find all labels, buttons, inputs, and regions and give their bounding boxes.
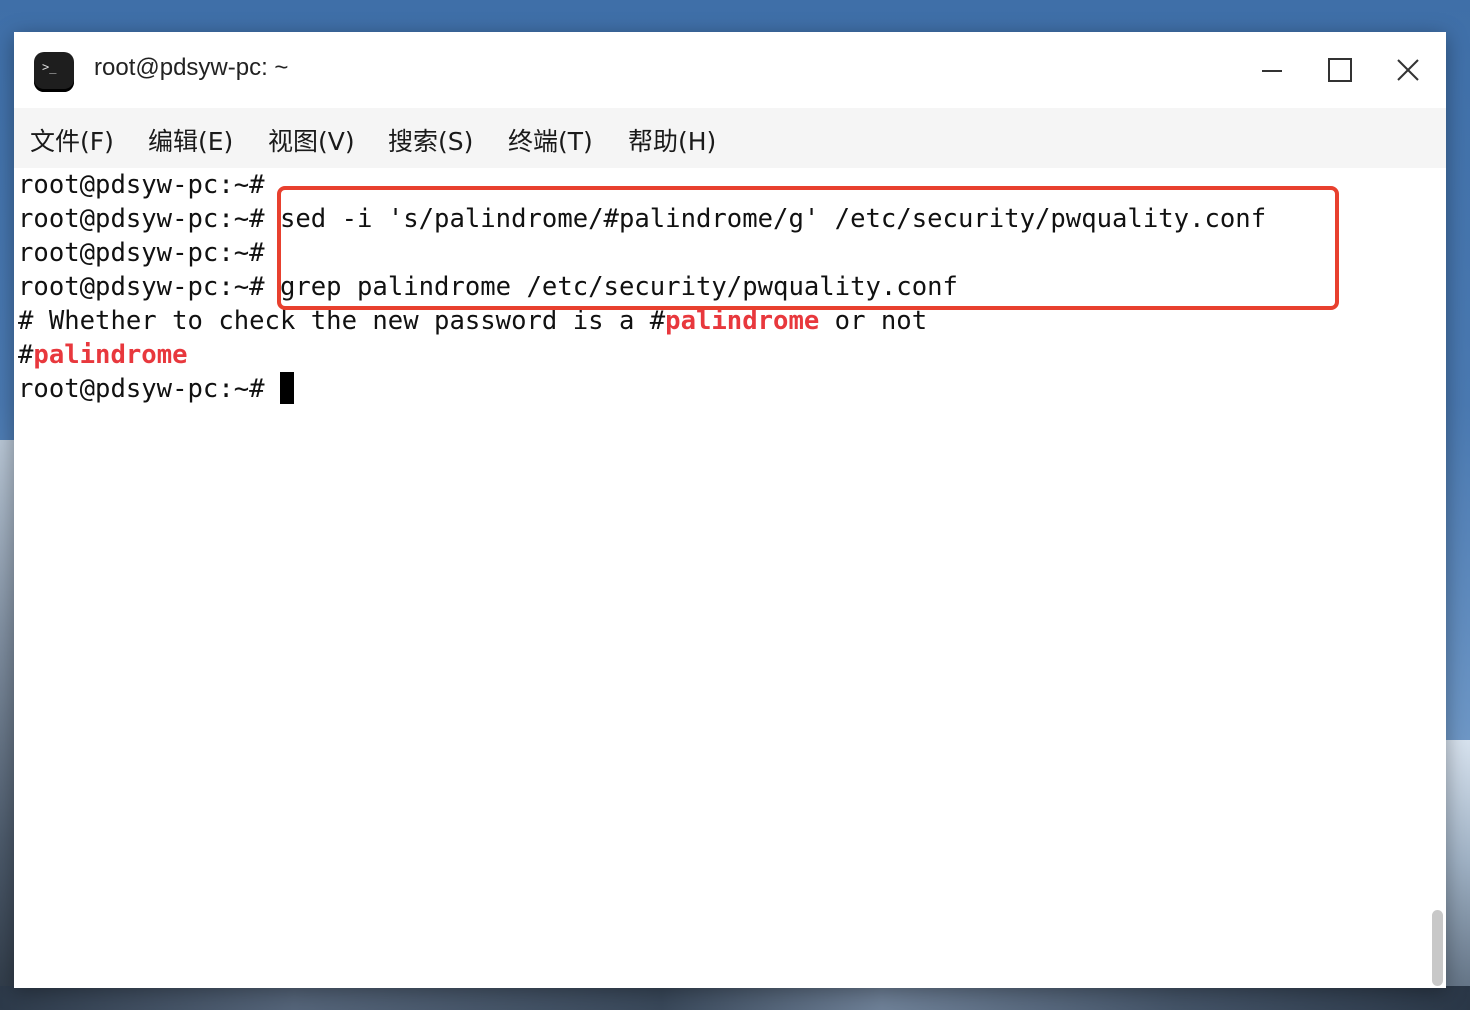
scrollbar-thumb[interactable] <box>1432 910 1443 986</box>
grep-output-line: # Whether to check the new password is a… <box>18 304 927 338</box>
menu-view[interactable]: 视图(V) <box>268 122 355 158</box>
menu-edit[interactable]: 编辑(E) <box>148 122 233 158</box>
menu-search[interactable]: 搜索(S) <box>388 122 473 158</box>
shell-prompt: root@pdsyw-pc:~# <box>18 204 265 234</box>
maximize-button[interactable] <box>1318 50 1362 90</box>
shell-prompt: root@pdsyw-pc:~# <box>18 272 265 302</box>
output-text: # Whether to check the new password is a… <box>18 306 666 336</box>
close-button[interactable] <box>1386 50 1430 90</box>
command-text: sed -i 's/palindrome/#palindrome/g' /etc… <box>264 204 1267 234</box>
terminal-line: root@pdsyw-pc:~# sed -i 's/palindrome/#p… <box>18 202 1266 236</box>
minimize-icon <box>1262 70 1282 72</box>
terminal-line: root@pdsyw-pc:~# <box>18 372 294 406</box>
shell-prompt: root@pdsyw-pc:~# <box>18 374 280 404</box>
terminal-icon: >_ <box>34 52 74 92</box>
shell-prompt: root@pdsyw-pc:~# <box>18 238 265 268</box>
grep-match: palindrome <box>33 340 188 370</box>
close-icon <box>1397 59 1419 81</box>
terminal-line: root@pdsyw-pc:~# <box>18 168 265 202</box>
grep-match: palindrome <box>665 306 820 336</box>
menu-file[interactable]: 文件(F) <box>30 122 114 158</box>
menu-terminal[interactable]: 终端(T) <box>508 122 593 158</box>
text-cursor <box>279 372 294 404</box>
minimize-button[interactable] <box>1250 50 1294 90</box>
title-bar[interactable]: >_ root@pdsyw-pc: ~ <box>14 32 1446 108</box>
menu-help[interactable]: 帮助(H) <box>628 122 716 158</box>
grep-output-line: #palindrome <box>18 338 188 372</box>
desktop-wallpaper-right <box>1444 740 1470 1010</box>
desktop-wallpaper-bottom <box>0 986 1470 1010</box>
window-title: root@pdsyw-pc: ~ <box>94 54 289 81</box>
menu-bar: 文件(F) 编辑(E) 视图(V) 搜索(S) 终端(T) 帮助(H) <box>14 108 1446 168</box>
output-text: # <box>18 340 34 370</box>
terminal-output-area[interactable]: root@pdsyw-pc:~# root@pdsyw-pc:~# sed -i… <box>14 168 1434 988</box>
terminal-line: root@pdsyw-pc:~# grep palindrome /etc/se… <box>18 270 958 304</box>
command-text: grep palindrome /etc/security/pwquality.… <box>264 272 958 302</box>
terminal-window: >_ root@pdsyw-pc: ~ 文件(F) 编辑(E) 视图(V) 搜索… <box>14 32 1446 988</box>
shell-prompt: root@pdsyw-pc:~# <box>18 170 265 200</box>
output-text: or not <box>819 306 928 336</box>
maximize-icon <box>1328 58 1352 82</box>
terminal-line: root@pdsyw-pc:~# <box>18 236 265 270</box>
